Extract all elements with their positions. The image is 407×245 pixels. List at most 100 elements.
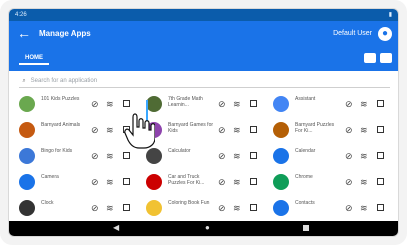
app-row: Chrome ⊘ ≋ (269, 171, 394, 193)
tab-bar: HOME (9, 49, 398, 71)
app-icon (273, 122, 289, 138)
search-bar[interactable]: ⌕ Search for an application (19, 75, 390, 88)
wifi-icon[interactable]: ≋ (106, 125, 114, 136)
app-checkbox[interactable] (250, 178, 257, 185)
wifi-icon[interactable]: ≋ (106, 151, 114, 162)
app-row: Camera ⊘ ≋ (15, 171, 140, 193)
app-row: Calendar ⊘ ≋ (269, 145, 394, 167)
status-bar: 4:26 ▮ (9, 9, 398, 21)
app-icon (19, 96, 35, 112)
wifi-icon[interactable]: ≋ (360, 125, 368, 136)
app-name: Camera (41, 174, 59, 180)
app-name: Chrome (295, 174, 313, 180)
app-checkbox[interactable] (250, 126, 257, 133)
app-name: Calendar (295, 148, 316, 154)
app-icon (19, 148, 35, 164)
app-icon (273, 148, 289, 164)
app-checkbox[interactable] (123, 204, 130, 211)
app-checkbox[interactable] (377, 100, 384, 107)
app-icon (19, 200, 35, 216)
app-row: Coloring Book Fun ⊘ ≋ (142, 197, 267, 219)
app-row: Barnyard Puzzles For Ki... ⊘ ≋ (269, 119, 394, 141)
block-icon[interactable]: ⊘ (345, 125, 353, 136)
wifi-icon[interactable]: ≋ (106, 177, 114, 188)
app-checkbox[interactable] (377, 178, 384, 185)
app-checkbox[interactable] (250, 152, 257, 159)
app-icon (19, 122, 35, 138)
app-row: Assistant ⊘ ≋ (269, 93, 394, 115)
app-icon (146, 148, 162, 164)
nav-back-icon[interactable]: ◀ (113, 223, 119, 232)
wifi-icon[interactable]: ≋ (233, 99, 241, 110)
wifi-icon[interactable]: ≋ (360, 151, 368, 162)
nav-recents-icon[interactable] (303, 225, 309, 231)
battery-icon: ▮ (388, 12, 392, 18)
tablet-device-frame: 4:26 ▮ ← Manage Apps Default User ● HOME… (0, 0, 407, 245)
pointer-hand-icon (124, 113, 155, 149)
app-checkbox[interactable] (377, 126, 384, 133)
current-user-label[interactable]: Default User (333, 30, 372, 37)
app-row: Car and Truck Puzzles For Ki... ⊘ ≋ (142, 171, 267, 193)
app-name: Contacts (295, 200, 315, 206)
app-row: Contacts ⊘ ≋ (269, 197, 394, 219)
app-name: Coloring Book Fun (168, 200, 210, 206)
app-checkbox[interactable] (123, 178, 130, 185)
block-icon[interactable]: ⊘ (218, 151, 226, 162)
wifi-icon[interactable]: ≋ (360, 203, 368, 214)
block-icon[interactable]: ⊘ (345, 99, 353, 110)
wifi-icon[interactable]: ≋ (106, 203, 114, 214)
block-icon[interactable]: ⊘ (91, 125, 99, 136)
search-icon: ⌕ (22, 78, 26, 84)
app-name: Assistant (295, 96, 316, 102)
wifi-icon[interactable]: ≋ (233, 151, 241, 162)
app-row: Bingo for Kids ⊘ ≋ (15, 145, 140, 167)
app-name: 7th Grade Math Learnin... (168, 96, 203, 108)
app-checkbox[interactable] (377, 152, 384, 159)
app-checkbox[interactable] (123, 152, 130, 159)
wifi-icon[interactable]: ≋ (360, 99, 368, 110)
app-checkbox[interactable] (377, 204, 384, 211)
screen: 4:26 ▮ ← Manage Apps Default User ● HOME… (8, 8, 399, 237)
wifi-icon[interactable]: ≋ (233, 125, 241, 136)
wifi-icon[interactable]: ≋ (106, 99, 114, 110)
app-icon (273, 96, 289, 112)
android-nav-bar: ◀ ● (9, 221, 398, 236)
block-icon[interactable]: ⊘ (91, 151, 99, 162)
block-icon[interactable]: ⊘ (91, 99, 99, 110)
app-checkbox[interactable] (250, 204, 257, 211)
apps-grid: 101 Kids Puzzles ⊘ ≋ 7th Grade Math Learnin… (15, 93, 394, 225)
app-checkbox[interactable] (250, 100, 257, 107)
app-row: Clock ⊘ ≋ (15, 197, 140, 219)
wifi-icon[interactable]: ≋ (233, 177, 241, 188)
app-name: Barnyard Animals (41, 122, 81, 128)
app-icon (19, 174, 35, 190)
wifi-icon[interactable]: ≋ (233, 203, 241, 214)
block-icon[interactable]: ⊘ (218, 99, 226, 110)
wifi-icon[interactable]: ≋ (360, 177, 368, 188)
block-icon[interactable]: ⊘ (91, 177, 99, 188)
block-icon[interactable]: ⊘ (91, 203, 99, 214)
nav-home-icon[interactable]: ● (205, 223, 210, 232)
block-icon[interactable]: ⊘ (218, 125, 226, 136)
tab-home[interactable]: HOME (19, 53, 49, 65)
block-icon[interactable]: ⊘ (218, 177, 226, 188)
back-arrow-icon[interactable]: ← (17, 25, 31, 41)
app-name: 101 Kids Puzzles (41, 96, 80, 102)
user-avatar-icon[interactable]: ● (378, 27, 392, 41)
app-checkbox[interactable] (123, 100, 130, 107)
block-icon[interactable]: ⊘ (345, 151, 353, 162)
app-icon (273, 174, 289, 190)
app-row: 101 Kids Puzzles ⊘ ≋ (15, 93, 140, 115)
block-icon[interactable]: ⊘ (345, 177, 353, 188)
block-icon[interactable]: ⊘ (345, 203, 353, 214)
app-name: Bingo for Kids (41, 148, 73, 154)
folder-add-icon[interactable] (380, 53, 392, 63)
folder-icon[interactable] (364, 53, 376, 63)
app-row: Barnyard Games for Kids ⊘ ≋ (142, 119, 267, 141)
block-icon[interactable]: ⊘ (218, 203, 226, 214)
search-placeholder: Search for an application (30, 78, 98, 84)
app-name: Car and Truck Puzzles For Ki... (168, 174, 205, 186)
app-name: Barnyard Games for Kids (168, 122, 214, 134)
app-icon (273, 200, 289, 216)
app-name: Clock (41, 200, 54, 206)
